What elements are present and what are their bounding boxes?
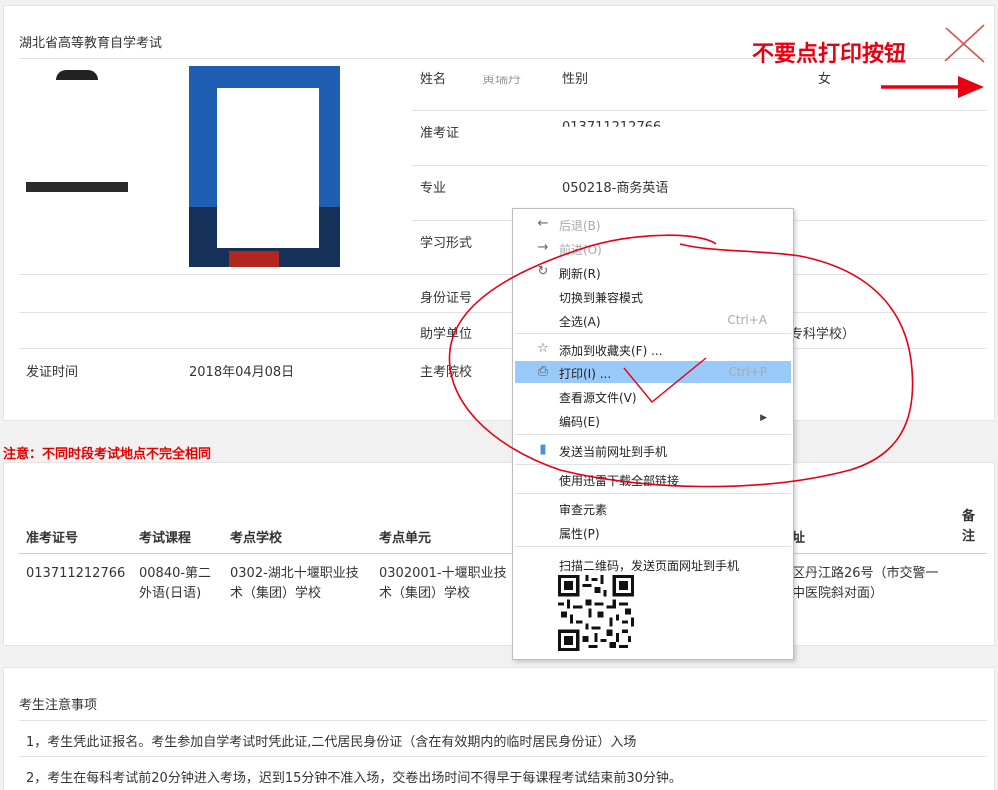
study-form-label: 学习形式 (420, 236, 473, 251)
menu-item-refresh[interactable]: ↻ 刷新(R) (515, 261, 791, 283)
header-school: 考点学校 (230, 531, 283, 546)
menu-item-thunder-download[interactable]: 使用迅雷下载全部链接 (515, 468, 791, 490)
menu-item-send-to-phone[interactable]: ▮ 发送当前网址到手机 (515, 439, 791, 461)
exam-school-label: 主考院校 (420, 365, 473, 380)
menu-item-select-all[interactable]: 全选(A) Ctrl+A (515, 309, 791, 331)
menu-item-encoding[interactable]: 编码(E) ▶ (515, 409, 791, 431)
menu-separator (515, 333, 791, 334)
phone-icon: ▮ (539, 442, 547, 457)
exam-table: 准考证号 考试课程 考点学校 考点单元 址 备注 013711212766 00… (3, 462, 995, 646)
menu-item-back[interactable]: ← 后退(B) (515, 213, 791, 235)
instructions-title: 考生注意事项 (19, 698, 98, 713)
printer-icon: ⎙ (537, 364, 549, 379)
annotation-warning-text: 不要点打印按钮 (752, 42, 907, 67)
major-label: 专业 (420, 181, 447, 196)
issue-date-label: 发证时间 (26, 365, 79, 380)
ticket-value: 013711212766 (562, 120, 662, 135)
assist-unit-value: 专科学校） (790, 327, 856, 342)
cell-course: 00840-第二外语(日语) (139, 566, 212, 601)
submenu-arrow-icon: ▶ (760, 413, 767, 423)
gender-label: 性别 (562, 72, 589, 87)
ticket-label: 准考证 (420, 126, 460, 141)
notice-text: 注意：不同时段考试地点不完全相同 (3, 447, 212, 462)
name-label: 姓名 (420, 72, 447, 87)
cell-address: 区丹江路26号（市交警一中医院斜对面） (792, 566, 939, 601)
major-value: 050218-商务英语 (562, 181, 669, 196)
menu-item-properties[interactable]: 属性(P) (515, 521, 791, 543)
menu-item-compat-mode[interactable]: 切换到兼容模式 (515, 285, 791, 307)
card-title: 湖北省高等教育自学考试 (19, 36, 163, 51)
header-remark: 备注 (962, 509, 976, 544)
menu-separator (515, 434, 791, 435)
header-ticket: 准考证号 (26, 531, 79, 546)
star-icon: ☆ (537, 341, 549, 356)
arrow-right-icon: → (537, 240, 549, 255)
menu-item-view-source[interactable]: 查看源文件(V) (515, 385, 791, 407)
instruction-item: 2，考生在每科考试前20分钟进入考场，迟到15分钟不准入场，交卷出场时间不得早于… (26, 771, 682, 786)
header-course: 考试课程 (139, 531, 192, 546)
menu-item-print[interactable]: ⎙ 打印(I) ... Ctrl+P (515, 361, 791, 383)
cell-ticket: 013711212766 (26, 566, 126, 581)
menu-separator (515, 464, 791, 465)
arrow-left-icon: ← (537, 216, 549, 231)
assist-unit-label: 助学单位 (420, 327, 473, 342)
gender-value: 女 (818, 72, 832, 87)
id-number-label: 身份证号 (420, 291, 473, 306)
menu-item-forward[interactable]: → 前进(O) (515, 237, 791, 259)
qr-code-image (558, 575, 634, 651)
cell-unit: 0302001-十堰职业技术（集团）学校 (379, 566, 507, 601)
menu-item-inspect[interactable]: 审查元素 (515, 497, 791, 519)
menu-item-add-favorite[interactable]: ☆ 添加到收藏夹(F) ... (515, 338, 791, 360)
applicant-photo (189, 66, 340, 267)
menu-separator (515, 493, 791, 494)
instructions-panel: 考生注意事项 1，考生凭此证报名。考生参加自学考试时凭此证,二代居民身份证（含在… (3, 667, 995, 790)
menu-item-scan-qr: 扫描二维码，发送页面网址到手机 (559, 559, 740, 573)
context-menu: ← 后退(B) → 前进(O) ↻ 刷新(R) 切换到兼容模式 全选(A) Ct… (512, 208, 794, 660)
cell-school: 0302-湖北十堰职业技术（集团）学校 (230, 566, 359, 601)
stamp-image (26, 70, 128, 192)
name-value: 黄瑞丹 (482, 72, 522, 87)
instruction-item: 1，考生凭此证报名。考生参加自学考试时凭此证,二代居民身份证（含在有效期内的临时… (26, 735, 637, 750)
refresh-icon: ↻ (537, 264, 549, 279)
header-unit: 考点单元 (379, 531, 432, 546)
menu-separator (515, 546, 791, 547)
issue-date-value: 2018年04月08日 (189, 365, 295, 380)
